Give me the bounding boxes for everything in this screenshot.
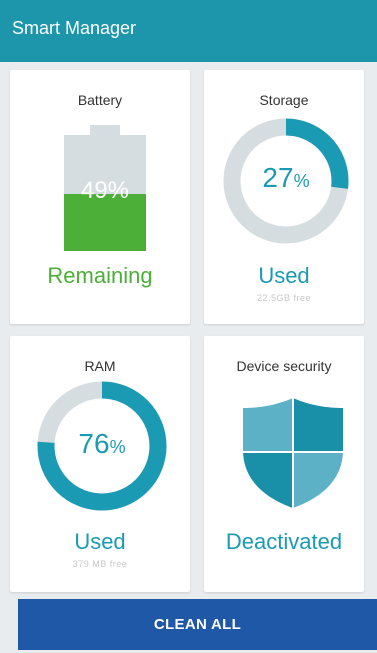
app-bar: Smart Manager (0, 0, 377, 62)
storage-percent: 27 (262, 162, 294, 193)
device-security-status: Deactivated (225, 529, 343, 554)
ram-percent-unit: % (109, 437, 126, 457)
ram-card[interactable]: RAM 76% Used 379 MB free (10, 336, 190, 592)
storage-percent-unit: % (293, 171, 310, 191)
shield-icon (243, 398, 343, 508)
battery-percent: 49% (80, 177, 130, 204)
ram-label: RAM (84, 358, 116, 374)
storage-label: Storage (259, 92, 309, 108)
clean-all-button[interactable]: CLEAN ALL (18, 599, 377, 650)
storage-donut: 27% (223, 118, 349, 244)
storage-card[interactable]: Storage 27% Used 22.5GB free (204, 70, 364, 324)
battery-icon: 49% (64, 125, 146, 251)
device-security-card[interactable]: Device security Deactivated (204, 336, 364, 592)
ram-donut: 76% (37, 381, 167, 511)
battery-card[interactable]: Battery 49% Remaining (10, 70, 190, 324)
storage-free-text: 22.5GB free (256, 293, 312, 303)
app-title: Smart Manager (12, 18, 137, 38)
device-security-label: Device security (236, 358, 332, 374)
ram-percent: 76 (78, 428, 110, 459)
ram-free-text: 379 MB free (72, 559, 128, 569)
storage-status: Used (258, 263, 310, 288)
battery-label: Battery (77, 92, 123, 108)
ram-status: Used (74, 529, 126, 554)
battery-status: Remaining (47, 263, 153, 288)
